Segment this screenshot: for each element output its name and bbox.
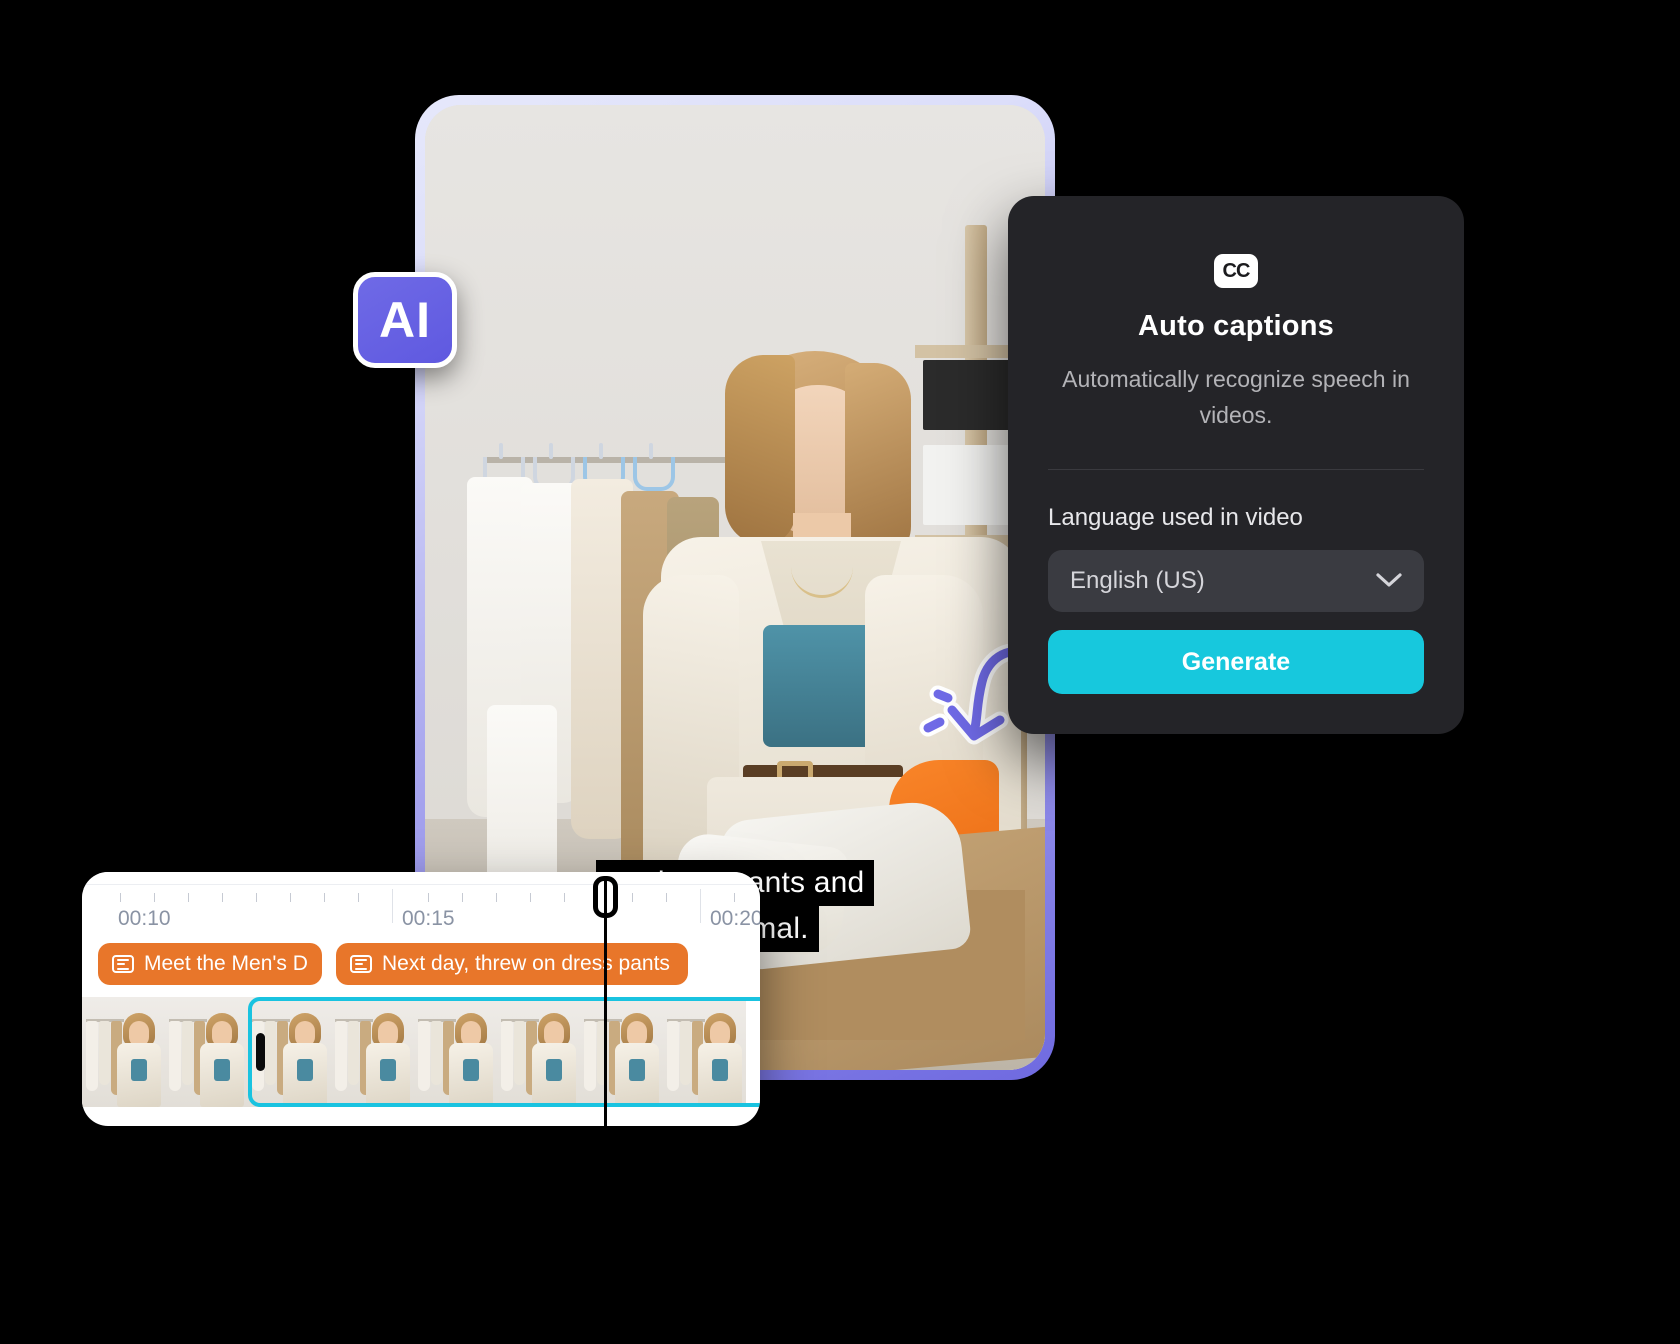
selected-clip-region[interactable]	[248, 997, 760, 1107]
caption-block-icon	[350, 955, 372, 973]
ai-badge-label: AI	[379, 292, 431, 348]
language-select-value: English (US)	[1070, 567, 1205, 594]
scene-hanger-4	[633, 457, 675, 491]
timeline-ruler[interactable]: 00:10 00:15 00:20	[82, 885, 760, 943]
ruler-label-1: 00:10	[118, 907, 171, 930]
cc-icon: CC	[1214, 254, 1258, 288]
auto-captions-panel: CC Auto captions Automatically recognize…	[1008, 196, 1464, 734]
caption-chip-track: Meet the Men's Dress S Next day, threw o…	[82, 943, 760, 989]
timeline-top-divider	[82, 872, 760, 885]
ruler-label-2: 00:15	[402, 907, 455, 930]
video-clip-track[interactable]	[82, 997, 760, 1107]
timeline-panel: 00:10 00:15 00:20 Meet the Men's Dress S…	[82, 872, 760, 1126]
panel-divider	[1048, 469, 1424, 470]
scene-person-crop-top	[763, 625, 875, 747]
ruler-label-3: 00:20	[710, 907, 760, 930]
language-select[interactable]: English (US)	[1048, 550, 1424, 612]
cc-icon-label: CC	[1222, 259, 1251, 282]
caption-chip[interactable]: Meet the Men's Dress S	[98, 943, 322, 985]
chevron-down-icon	[1376, 567, 1402, 595]
panel-description: Automatically recognize speech in videos…	[1062, 366, 1410, 428]
clip-thumbnail	[82, 997, 165, 1107]
caption-chip[interactable]: Next day, threw on dress pants and	[336, 943, 688, 985]
clip-thumbnail	[165, 997, 248, 1107]
scene-person-hair-back	[845, 363, 911, 563]
caption-chip-label: Next day, threw on dress pants and	[382, 952, 674, 975]
screenshot-stage: on dress pants and ally formal. AI	[0, 0, 1680, 1344]
generate-button-label: Generate	[1181, 647, 1291, 676]
generate-button[interactable]: Generate	[1048, 630, 1424, 694]
language-label: Language used in video	[1048, 504, 1303, 531]
caption-chip-label: Meet the Men's Dress S	[144, 952, 308, 975]
caption-block-icon	[112, 955, 134, 973]
scene-person-hair-front	[725, 355, 795, 545]
ai-badge[interactable]: AI	[353, 272, 457, 368]
panel-title: Auto captions	[1138, 310, 1334, 342]
trim-handle-left[interactable]	[256, 1033, 265, 1071]
